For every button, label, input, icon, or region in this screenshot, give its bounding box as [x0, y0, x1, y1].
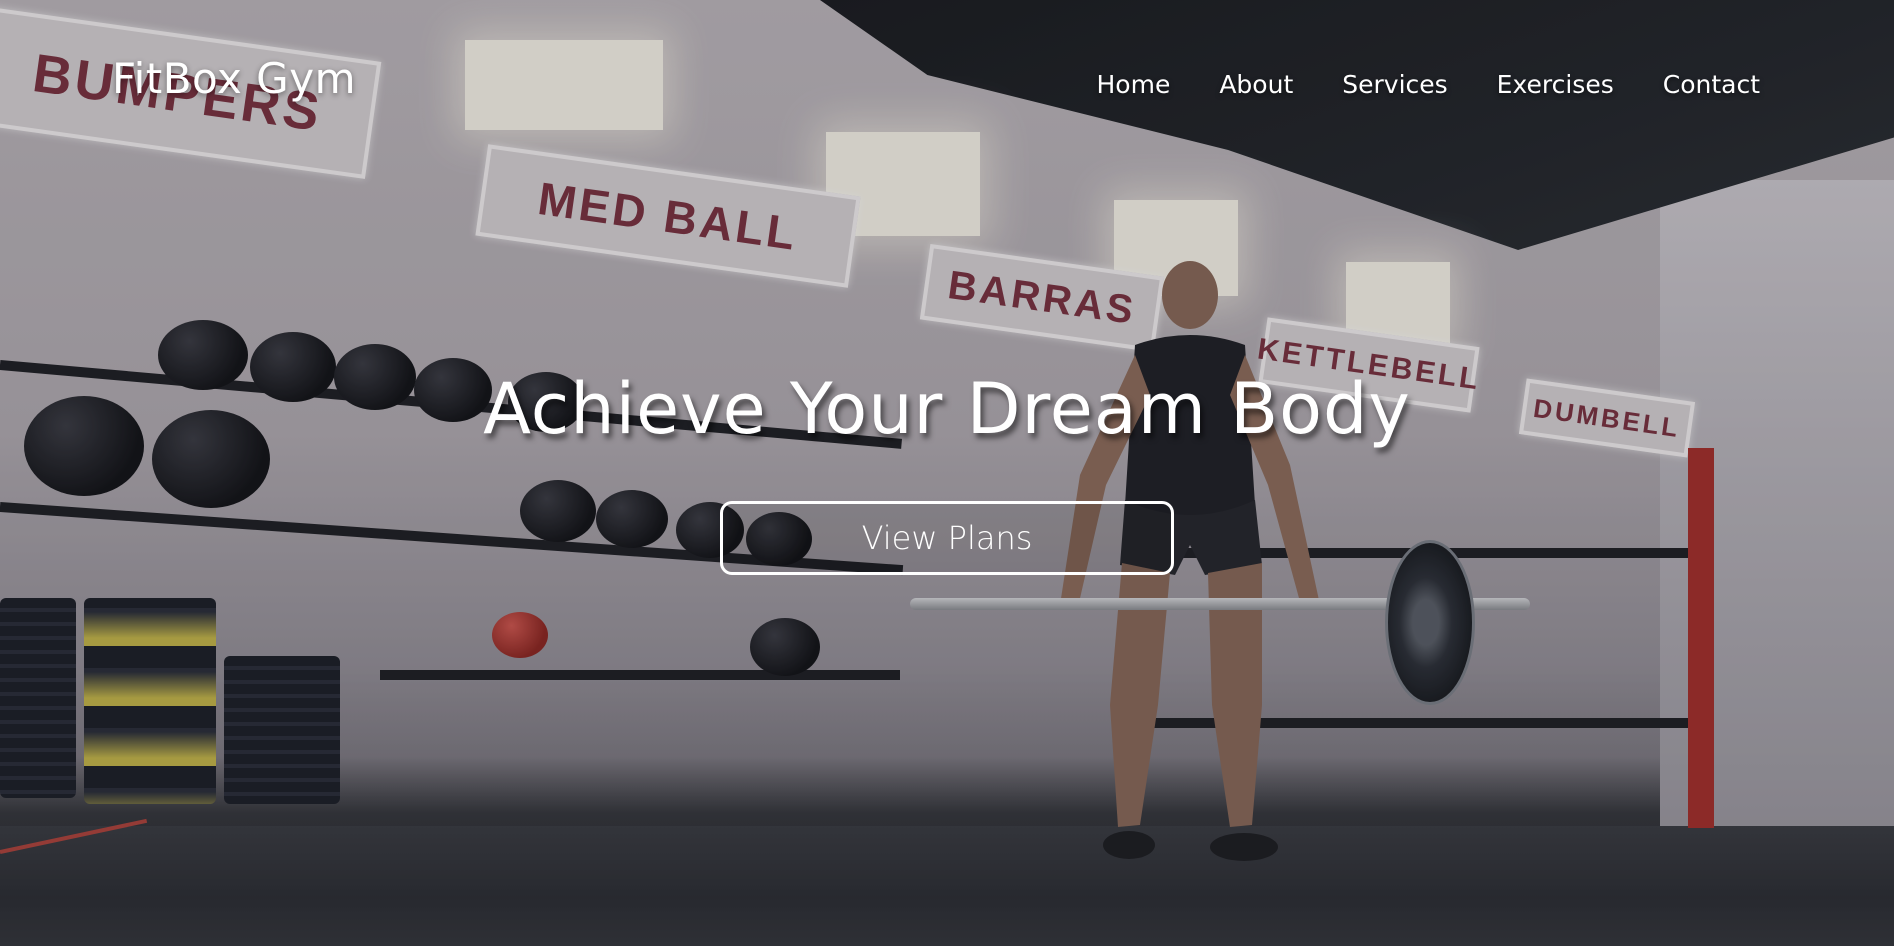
- site-logo[interactable]: FitBox Gym: [112, 54, 356, 103]
- nav-link-about[interactable]: About: [1219, 70, 1293, 99]
- view-plans-button[interactable]: View Plans: [720, 501, 1174, 575]
- nav-link-services[interactable]: Services: [1342, 70, 1447, 99]
- hero-title: Achieve Your Dream Body: [483, 368, 1411, 450]
- nav-link-exercises[interactable]: Exercises: [1497, 70, 1614, 99]
- nav-link-contact[interactable]: Contact: [1663, 70, 1760, 99]
- nav-link-home[interactable]: Home: [1097, 70, 1171, 99]
- site-header: FitBox Gym Home About Services Exercises…: [0, 0, 1894, 170]
- main-nav: Home About Services Exercises Contact: [1097, 70, 1761, 99]
